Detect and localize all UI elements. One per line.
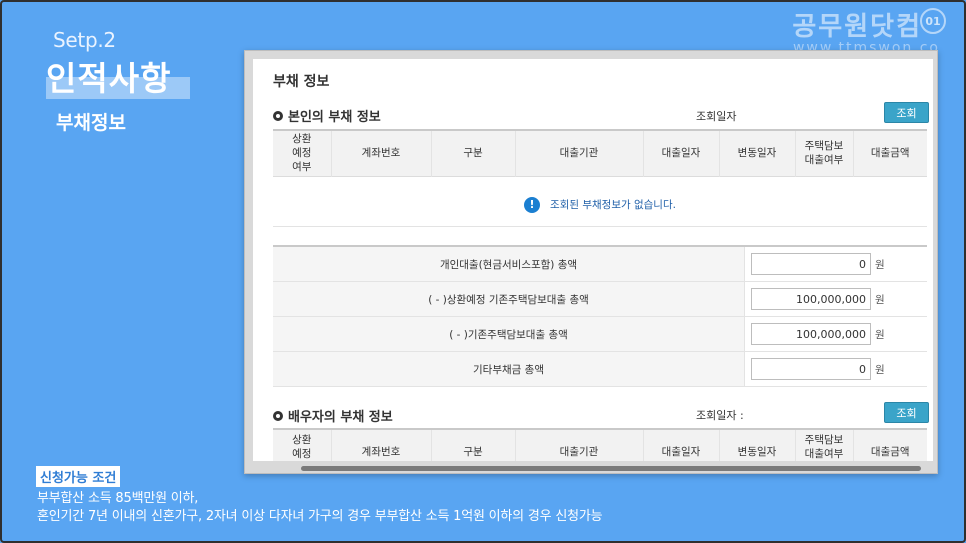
summary-label: 기타부채금 총액 xyxy=(273,352,745,386)
own-debt-heading: 본인의 부채 정보 xyxy=(273,106,381,125)
summary-label: ( - )상환예정 기존주택담보대출 총액 xyxy=(273,282,745,316)
unit-label: 원 xyxy=(875,293,885,306)
info-icon: ! xyxy=(524,196,541,213)
col-mortgage-flag: 주택담보 대출여부 xyxy=(794,130,853,176)
watermark-text: 공무원닷컴 xyxy=(792,12,922,42)
summary-row: ( - )상환예정 기존주택담보대출 총액 원 xyxy=(273,282,927,317)
step-label: Setp.2 xyxy=(53,28,116,52)
col-loan-date: 대출일자 xyxy=(642,429,719,461)
section-subtitle: 부채정보 xyxy=(56,112,126,134)
spouse-debt-table: 상환 예정 계좌번호 구분 대출기관 대출일자 변동일자 주택담보 대출여부 대… xyxy=(273,428,927,461)
planned-repay-mortgage-input[interactable] xyxy=(751,288,871,310)
own-debt-table-header: 상환 예정 여부 계좌번호 구분 대출기관 대출일자 변동일자 주택담보 대출여… xyxy=(273,130,927,176)
own-debt-heading-label: 본인의 부채 정보 xyxy=(288,110,381,125)
unit-label: 원 xyxy=(875,363,885,376)
summary-row: ( - )기존주택담보대출 총액 원 xyxy=(273,317,927,352)
existing-mortgage-total-input[interactable] xyxy=(751,323,871,345)
summary-label: ( - )기존주택담보대출 총액 xyxy=(273,317,745,351)
col-repay-planned: 상환 예정 여부 xyxy=(273,130,331,176)
col-mortgage-flag: 주택담보 대출여부 xyxy=(794,429,853,461)
condition-line-2: 혼인기간 7년 이내의 신혼가구, 2자녀 이상 다자녀 가구의 경우 부부합산… xyxy=(37,509,603,524)
debt-info-panel: 부채 정보 본인의 부채 정보 조회일자 조회 상환 예정 여부 계좌번호 구분… xyxy=(253,59,933,461)
col-loan-amount: 대출금액 xyxy=(852,130,927,176)
spouse-debt-heading: 배우자의 부채 정보 xyxy=(273,406,393,425)
summary-value-cell: 원 xyxy=(745,317,927,351)
summary-row: 개인대출(현금서비스포함) 총액 원 xyxy=(273,247,927,282)
bullet-icon xyxy=(273,110,283,121)
horizontal-scrollbar[interactable] xyxy=(301,466,921,471)
summary-value-cell: 원 xyxy=(745,352,927,386)
summary-label: 개인대출(현금서비스포함) 총액 xyxy=(273,247,745,281)
col-repay-planned: 상환 예정 xyxy=(273,429,331,461)
debt-summary-table: 개인대출(현금서비스포함) 총액 원 ( - )상환예정 기존주택담보대출 총액… xyxy=(273,245,927,387)
own-debt-table: 상환 예정 여부 계좌번호 구분 대출기관 대출일자 변동일자 주택담보 대출여… xyxy=(273,129,927,177)
col-category: 구분 xyxy=(430,130,515,176)
own-query-date-label: 조회일자 xyxy=(696,110,737,123)
summary-value-cell: 원 xyxy=(745,282,927,316)
summary-row: 기타부채금 총액 원 xyxy=(273,352,927,387)
col-loan-amount: 대출금액 xyxy=(852,429,927,461)
col-change-date: 변동일자 xyxy=(718,130,795,176)
spouse-debt-heading-label: 배우자의 부채 정보 xyxy=(288,410,393,425)
col-lender: 대출기관 xyxy=(514,429,643,461)
own-query-button[interactable]: 조회 xyxy=(884,102,929,123)
other-debt-total-input[interactable] xyxy=(751,358,871,380)
col-account-number: 계좌번호 xyxy=(330,429,431,461)
col-lender: 대출기관 xyxy=(514,130,643,176)
col-account-number: 계좌번호 xyxy=(330,130,431,176)
col-change-date: 변동일자 xyxy=(718,429,795,461)
col-loan-date: 대출일자 xyxy=(642,130,719,176)
form-window: 부채 정보 본인의 부채 정보 조회일자 조회 상환 예정 여부 계좌번호 구분… xyxy=(244,50,938,474)
personal-loan-total-input[interactable] xyxy=(751,253,871,275)
section-title: 인적사항 xyxy=(46,59,172,98)
spouse-debt-table-header: 상환 예정 계좌번호 구분 대출기관 대출일자 변동일자 주택담보 대출여부 대… xyxy=(273,429,927,461)
watermark-logo: 01 xyxy=(920,8,946,34)
unit-label: 원 xyxy=(875,328,885,341)
unit-label: 원 xyxy=(875,258,885,271)
panel-title: 부채 정보 xyxy=(273,74,330,90)
col-category: 구분 xyxy=(430,429,515,461)
spouse-query-date-label: 조회일자 : xyxy=(696,409,744,422)
spouse-query-button[interactable]: 조회 xyxy=(884,402,929,423)
empty-result-message: 조회된 부채정보가 없습니다. xyxy=(550,199,676,211)
condition-badge: 신청가능 조건 xyxy=(36,466,121,487)
condition-line-1: 부부합산 소득 85백만원 이하, xyxy=(37,491,199,506)
summary-value-cell: 원 xyxy=(745,247,927,281)
empty-result-row: ! 조회된 부채정보가 없습니다. xyxy=(273,183,927,227)
bullet-icon xyxy=(273,410,283,421)
